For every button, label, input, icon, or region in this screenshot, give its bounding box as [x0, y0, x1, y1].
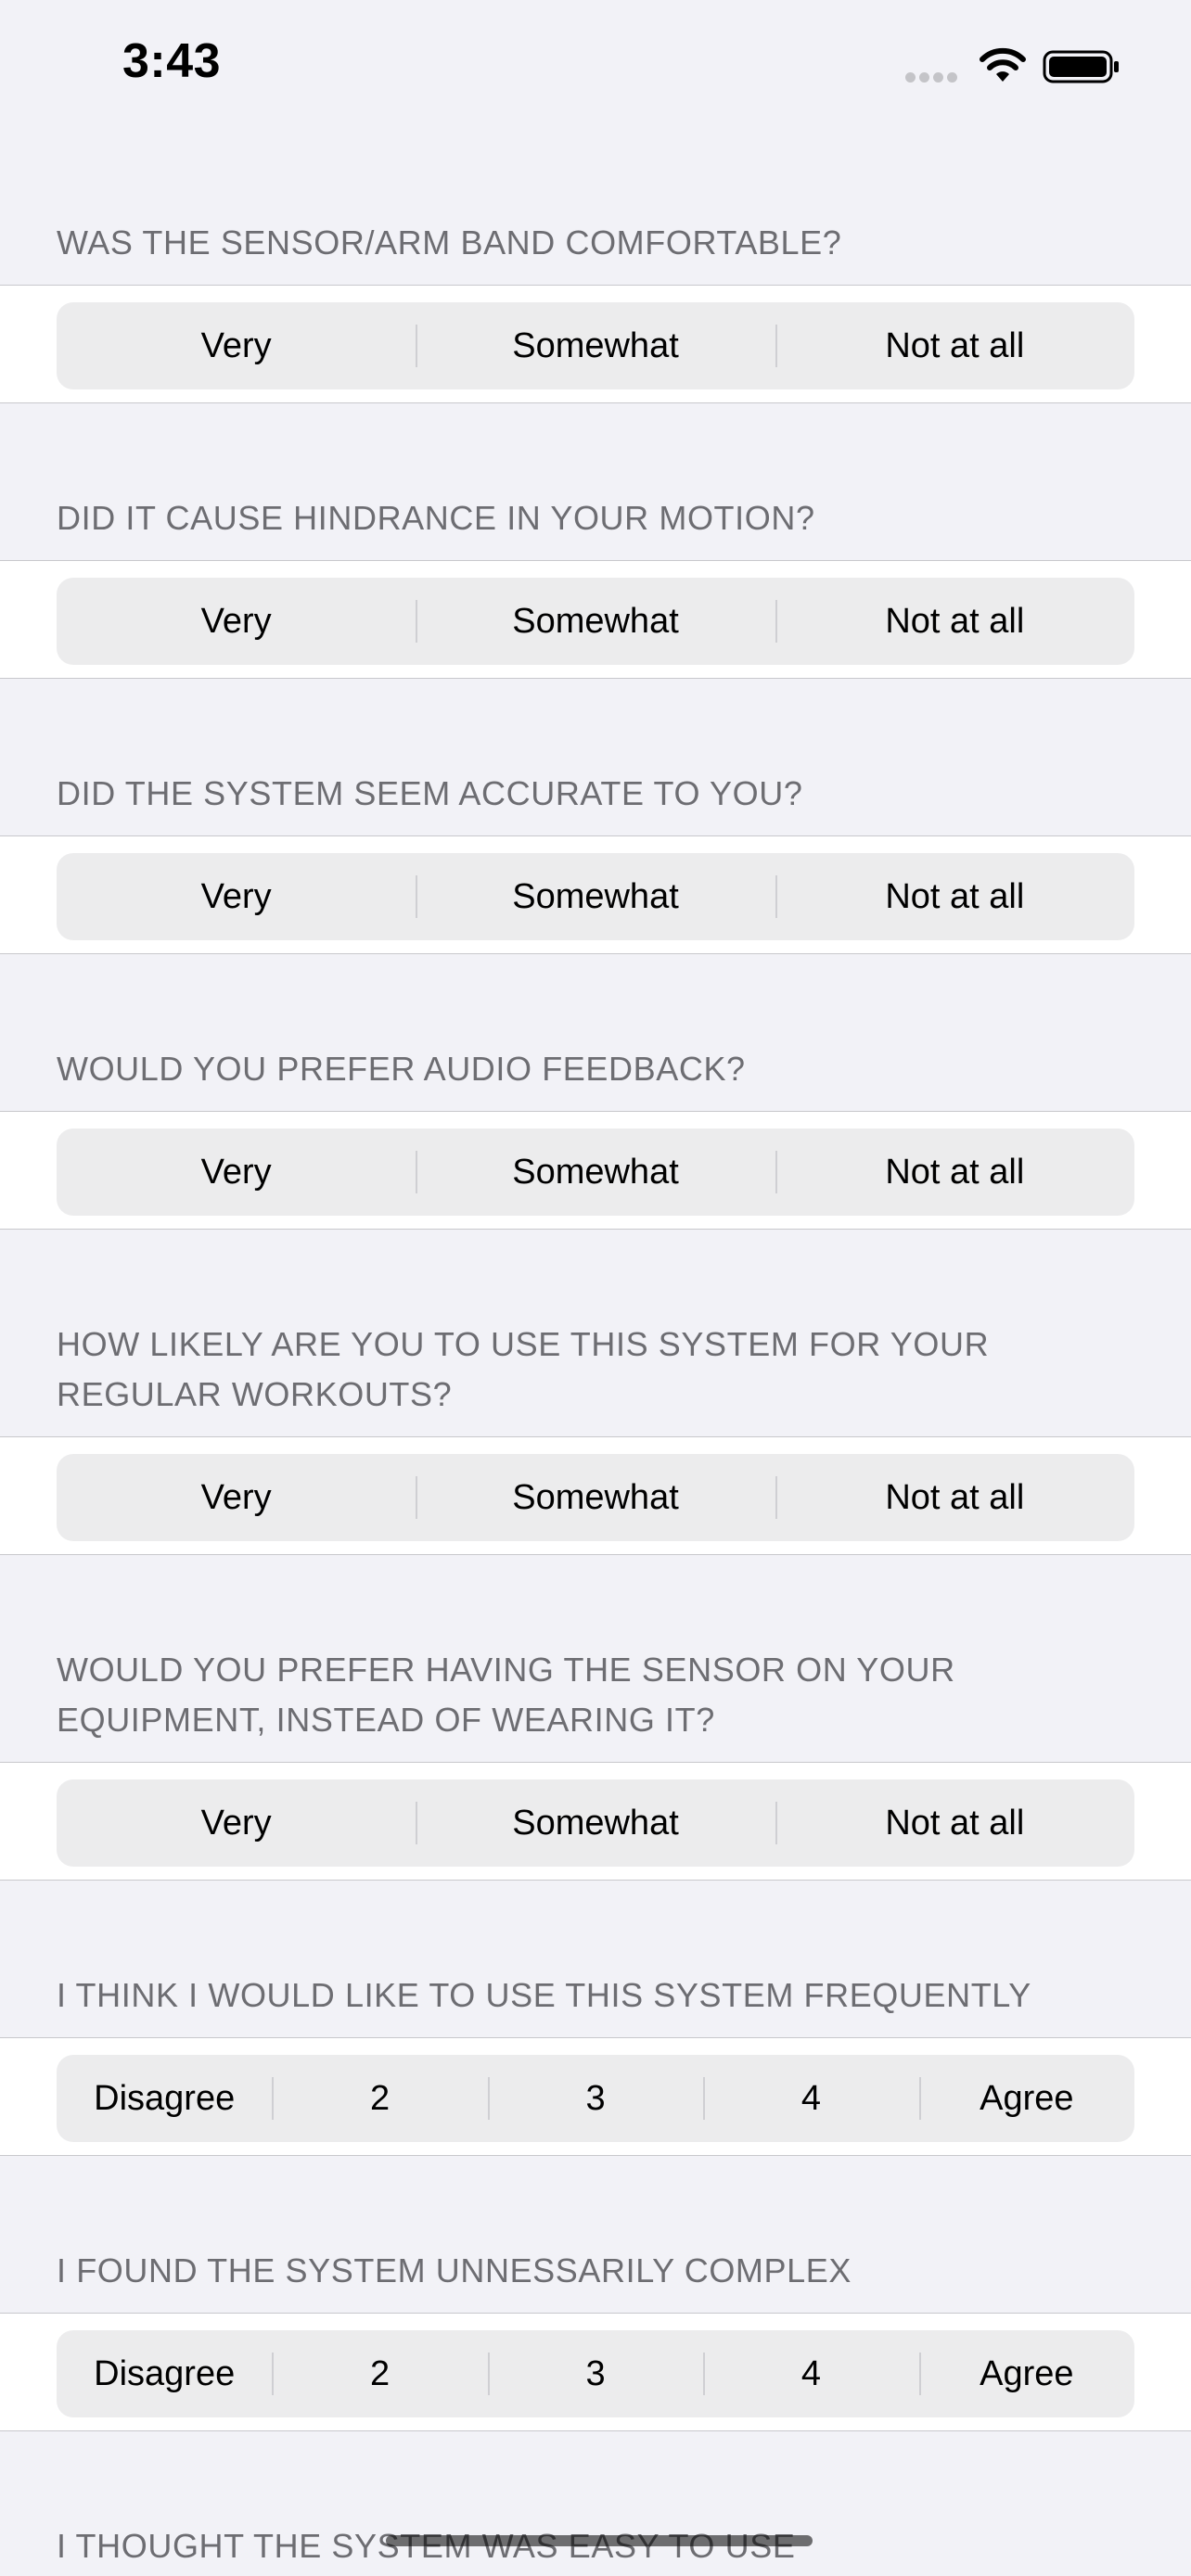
option-3[interactable]: 3: [487, 2055, 703, 2142]
question-cell: Very Somewhat Not at all: [0, 560, 1191, 679]
question-cell: Very Somewhat Not at all: [0, 1762, 1191, 1881]
option-not-at-all[interactable]: Not at all: [775, 1129, 1134, 1216]
battery-icon: [1043, 50, 1119, 83]
question-cell: Disagree 2 3 4 Agree: [0, 2313, 1191, 2431]
answer-segmented-control[interactable]: Very Somewhat Not at all: [57, 578, 1134, 665]
question-header: DID IT CAUSE HINDRANCE IN YOUR MOTION?: [57, 499, 815, 537]
likert-segmented-control[interactable]: Disagree 2 3 4 Agree: [57, 2055, 1134, 2142]
home-indicator[interactable]: [386, 2535, 813, 2546]
option-agree[interactable]: Agree: [918, 2055, 1134, 2142]
question-cell: Very Somewhat Not at all: [0, 1436, 1191, 1555]
status-time: 3:43: [122, 34, 222, 88]
option-somewhat[interactable]: Somewhat: [416, 853, 775, 940]
likert-segmented-control[interactable]: Disagree 2 3 4 Agree: [57, 2330, 1134, 2417]
option-very[interactable]: Very: [57, 302, 416, 389]
wifi-icon: [980, 47, 1026, 82]
question-header: DID THE SYSTEM SEEM ACCURATE TO YOU?: [57, 774, 803, 812]
option-3[interactable]: 3: [487, 2330, 703, 2417]
cellular-signal-icon: [905, 70, 963, 83]
option-disagree[interactable]: Disagree: [57, 2330, 272, 2417]
option-not-at-all[interactable]: Not at all: [775, 578, 1134, 665]
option-not-at-all[interactable]: Not at all: [775, 1454, 1134, 1541]
question-header: I THINK I WOULD LIKE TO USE THIS SYSTEM …: [57, 1976, 1031, 2014]
option-2[interactable]: 2: [272, 2055, 487, 2142]
question-header: I THOUGHT THE SYSTEM WAS EASY TO USE: [57, 2527, 795, 2565]
question-header: WOULD YOU PREFER AUDIO FEEDBACK?: [57, 1050, 746, 1088]
option-4[interactable]: 4: [703, 2330, 918, 2417]
option-4[interactable]: 4: [703, 2055, 918, 2142]
option-very[interactable]: Very: [57, 1129, 416, 1216]
option-agree[interactable]: Agree: [918, 2330, 1134, 2417]
option-not-at-all[interactable]: Not at all: [775, 1779, 1134, 1867]
question-cell: Very Somewhat Not at all: [0, 835, 1191, 954]
question-header: I FOUND THE SYSTEM UNNESSARILY COMPLEX: [57, 2251, 852, 2289]
option-very[interactable]: Very: [57, 853, 416, 940]
question-cell: Very Somewhat Not at all: [0, 285, 1191, 403]
question-header: WOULD YOU PREFER HAVING THE SENSOR ON YO…: [57, 1651, 955, 1739]
option-somewhat[interactable]: Somewhat: [416, 578, 775, 665]
option-very[interactable]: Very: [57, 1779, 416, 1867]
option-disagree[interactable]: Disagree: [57, 2055, 272, 2142]
question-cell: Disagree 2 3 4 Agree: [0, 2037, 1191, 2156]
answer-segmented-control[interactable]: Very Somewhat Not at all: [57, 302, 1134, 389]
option-not-at-all[interactable]: Not at all: [775, 853, 1134, 940]
question-header: WAS THE SENSOR/ARM BAND COMFORTABLE?: [57, 223, 842, 261]
answer-segmented-control[interactable]: Very Somewhat Not at all: [57, 1454, 1134, 1541]
question-cell: Very Somewhat Not at all: [0, 1111, 1191, 1230]
option-somewhat[interactable]: Somewhat: [416, 1129, 775, 1216]
option-somewhat[interactable]: Somewhat: [416, 1454, 775, 1541]
answer-segmented-control[interactable]: Very Somewhat Not at all: [57, 1129, 1134, 1216]
answer-segmented-control[interactable]: Very Somewhat Not at all: [57, 1779, 1134, 1867]
option-2[interactable]: 2: [272, 2330, 487, 2417]
question-header: HOW LIKELY ARE YOU TO USE THIS SYSTEM FO…: [57, 1325, 990, 1413]
option-very[interactable]: Very: [57, 1454, 416, 1541]
option-very[interactable]: Very: [57, 578, 416, 665]
answer-segmented-control[interactable]: Very Somewhat Not at all: [57, 853, 1134, 940]
status-bar: 3:43: [0, 0, 1191, 130]
option-somewhat[interactable]: Somewhat: [416, 1779, 775, 1867]
option-not-at-all[interactable]: Not at all: [775, 302, 1134, 389]
option-somewhat[interactable]: Somewhat: [416, 302, 775, 389]
